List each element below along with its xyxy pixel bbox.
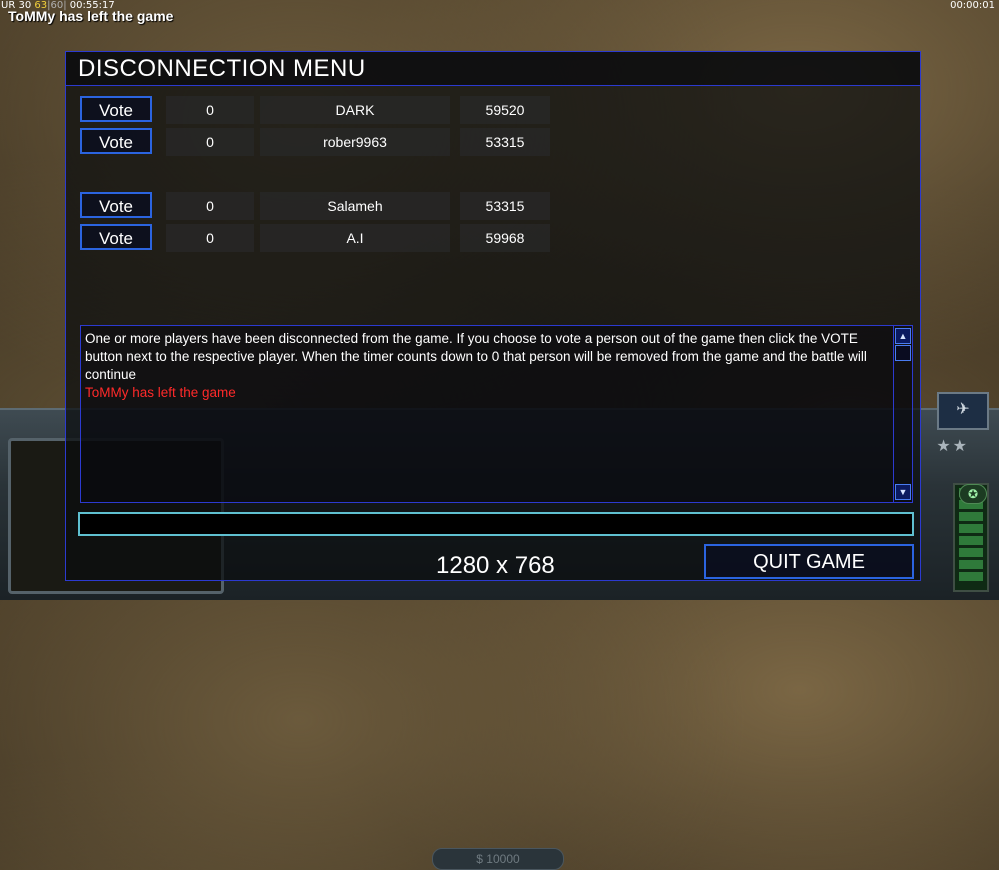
message-log: One or more players have been disconnect… [80,325,913,503]
vote-button[interactable]: Vote [80,224,152,250]
vote-count: 0 [166,224,254,252]
vote-button[interactable]: Vote [80,192,152,218]
alert-message: ToMMy has left the game [85,385,236,400]
vote-count: 0 [166,192,254,220]
vote-count: 0 [166,128,254,156]
player-ping: 53315 [460,192,550,220]
vote-button[interactable]: Vote [80,128,152,154]
general-powers-plane-icon[interactable]: ✈ [937,392,989,430]
game-clock: 00:00:01 [950,0,995,11]
disconnect-info: One or more players have been disconnect… [85,331,867,382]
vote-button[interactable]: Vote [80,96,152,122]
left-game-notice: ToMMy has left the game [8,8,174,24]
panel-title: DISCONNECTION MENU [78,55,366,82]
panel-header: DISCONNECTION MENU [66,52,920,86]
money-display: $ 10000 [432,848,564,870]
scroll-down-icon[interactable]: ▼ [895,484,911,500]
player-ping: 59968 [460,224,550,252]
message-text: One or more players have been disconnect… [85,330,890,402]
player-ping: 59520 [460,96,550,124]
player-name: Salameh [260,192,450,220]
vote-count: 0 [166,96,254,124]
scroll-up-icon[interactable]: ▲ [895,328,911,344]
scrollbar[interactable]: ▲ ▼ [893,326,912,502]
quit-game-button[interactable]: QUIT GAME [704,544,914,579]
player-ping: 53315 [460,128,550,156]
player-name: DARK [260,96,450,124]
resolution-label: 1280 x 768 [436,552,555,579]
rank-stars-icon: ★★ [936,438,969,455]
chat-input[interactable] [78,512,914,536]
player-name: A.I [260,224,450,252]
player-name: rober9963 [260,128,450,156]
star-icon[interactable]: ✪ [959,484,987,504]
disconnection-menu: DISCONNECTION MENU Vote 0 DARK 59520 Vot… [65,51,921,581]
scroll-thumb[interactable] [895,345,911,361]
